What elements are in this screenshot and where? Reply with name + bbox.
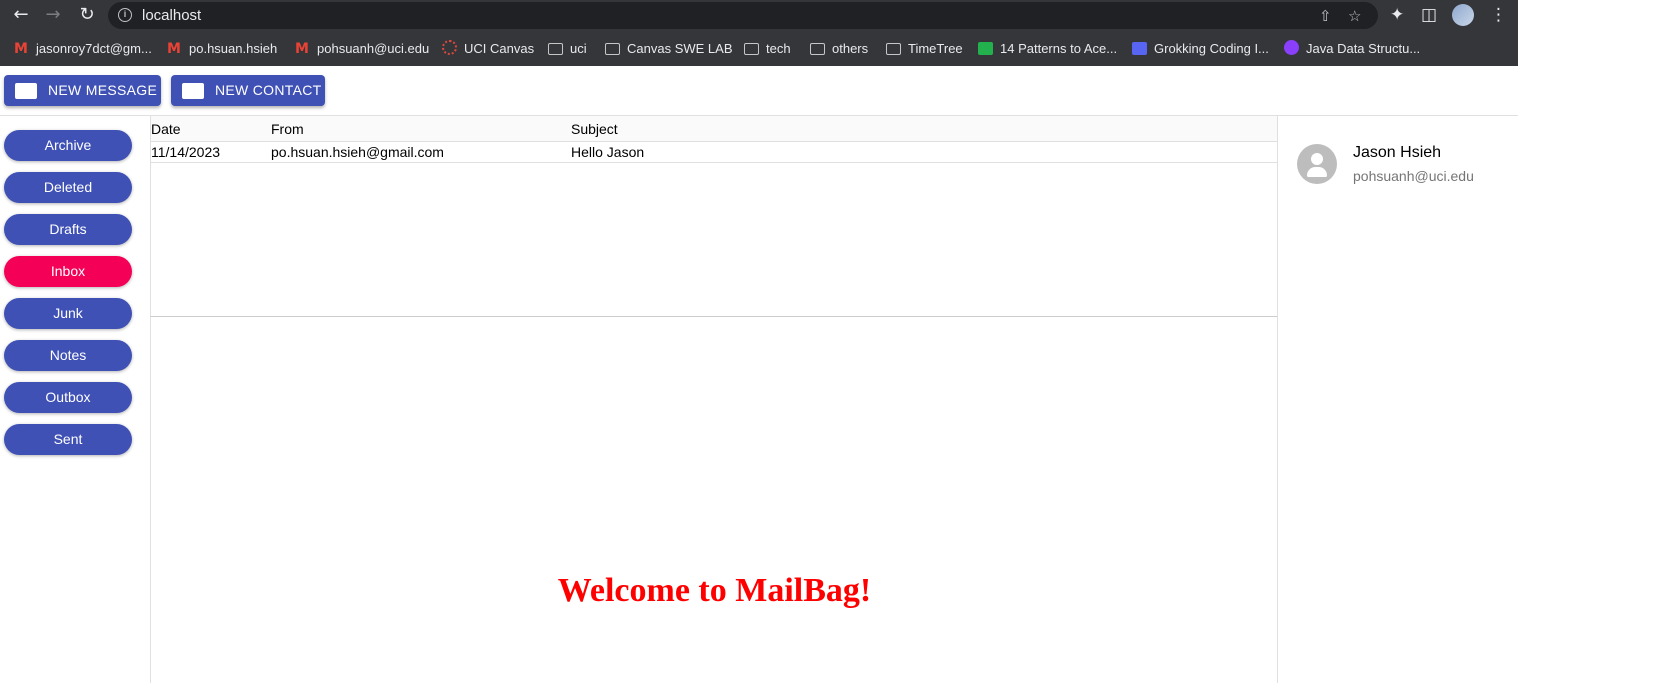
folder-icon [744,43,759,55]
email-icon [15,83,37,99]
share-icon[interactable]: ⇧ [1319,8,1332,24]
mailbox-deleted[interactable]: Deleted [4,172,132,203]
message-list-header: Date From Subject [151,116,1278,142]
mailbox-sent[interactable]: Sent [4,424,132,455]
bookmark-item[interactable]: Grokking Coding I... [1132,39,1269,59]
folder-icon [605,43,620,55]
star-icon[interactable]: ☆ [1348,8,1361,24]
new-message-button[interactable]: NEW MESSAGE [4,75,161,106]
bookmark-folder[interactable]: TimeTree [886,39,963,59]
contact-name: Jason Hsieh [1353,144,1442,161]
bookmark-item[interactable]: 14 Patterns to Ace... [978,39,1117,59]
table-row[interactable]: 11/14/2023 po.hsuan.hsieh@gmail.com Hell… [151,142,1278,163]
contact-item[interactable]: Jason Hsieh pohsuanh@uci.edu [1297,144,1517,194]
side-panel-icon[interactable]: ◫ [1421,5,1437,25]
view-area: Welcome to MailBag! [150,317,1277,683]
mailbox-junk[interactable]: Junk [4,298,132,329]
column-header-date[interactable]: Date [151,121,181,137]
new-contact-button[interactable]: NEW CONTACT [171,75,325,106]
clock-icon [978,42,993,55]
folder-icon [810,43,825,55]
contacts-divider [1277,116,1278,683]
address-url: localhost [142,7,202,24]
mailbox-drafts[interactable]: Drafts [4,214,132,245]
bookmark-folder[interactable]: uci [548,39,587,59]
bookmark-item[interactable]: pohsuanh@uci.edu [295,39,429,59]
contact-email: pohsuanh@uci.edu [1353,168,1474,184]
forward-arrow-icon[interactable]: → [42,4,64,26]
message-list: Date From Subject 11/14/2023 po.hsuan.hs… [150,116,1278,317]
gmail-icon [14,39,29,59]
profile-avatar[interactable] [1452,4,1474,26]
bookmark-folder[interactable]: Canvas SWE LAB [605,39,733,59]
terminal-icon [1132,42,1147,55]
back-arrow-icon[interactable]: ← [10,4,32,26]
message-from: po.hsuan.hsieh@gmail.com [271,144,444,160]
folder-icon [548,43,563,55]
gmail-icon [167,39,182,59]
menu-kebab-icon[interactable]: ⋮ [1490,5,1507,25]
address-bar[interactable]: i localhost ⇧ ☆ [108,2,1378,29]
java-icon [1284,40,1299,55]
info-icon[interactable]: i [118,8,132,22]
reload-icon[interactable]: ↻ [76,4,98,26]
bookmark-item[interactable]: po.hsuan.hsieh [167,39,277,59]
mailbox-notes[interactable]: Notes [4,340,132,371]
gmail-icon [295,39,310,59]
canvas-icon [442,40,457,55]
welcome-heading: Welcome to MailBag! [557,572,872,609]
mailbox-archive[interactable]: Archive [4,130,132,161]
extensions-puzzle-icon[interactable]: ✦ [1390,5,1404,25]
browser-chrome: ← → ↻ i localhost ⇧ ☆ ✦ ◫ ⋮ jasonroy7dct… [0,0,1518,66]
message-subject: Hello Jason [571,144,645,160]
bookmark-item[interactable]: UCI Canvas [442,39,534,59]
bookmark-folder[interactable]: others [810,39,868,59]
bookmarks-bar: jasonroy7dct@gm... po.hsuan.hsieh pohsua… [0,37,1518,61]
mailbox-inbox[interactable]: Inbox [4,256,132,287]
column-header-from[interactable]: From [271,121,304,137]
mailbox-outbox[interactable]: Outbox [4,382,132,413]
bookmark-item[interactable]: Java Data Structu... [1284,39,1420,59]
folder-icon [886,43,901,55]
bookmark-folder[interactable]: tech [744,39,791,59]
message-date: 11/14/2023 [151,144,221,160]
contact-card-icon [182,83,204,99]
person-avatar-icon [1297,144,1337,184]
column-header-subject[interactable]: Subject [571,121,618,137]
bookmark-item[interactable]: jasonroy7dct@gm... [14,39,152,59]
